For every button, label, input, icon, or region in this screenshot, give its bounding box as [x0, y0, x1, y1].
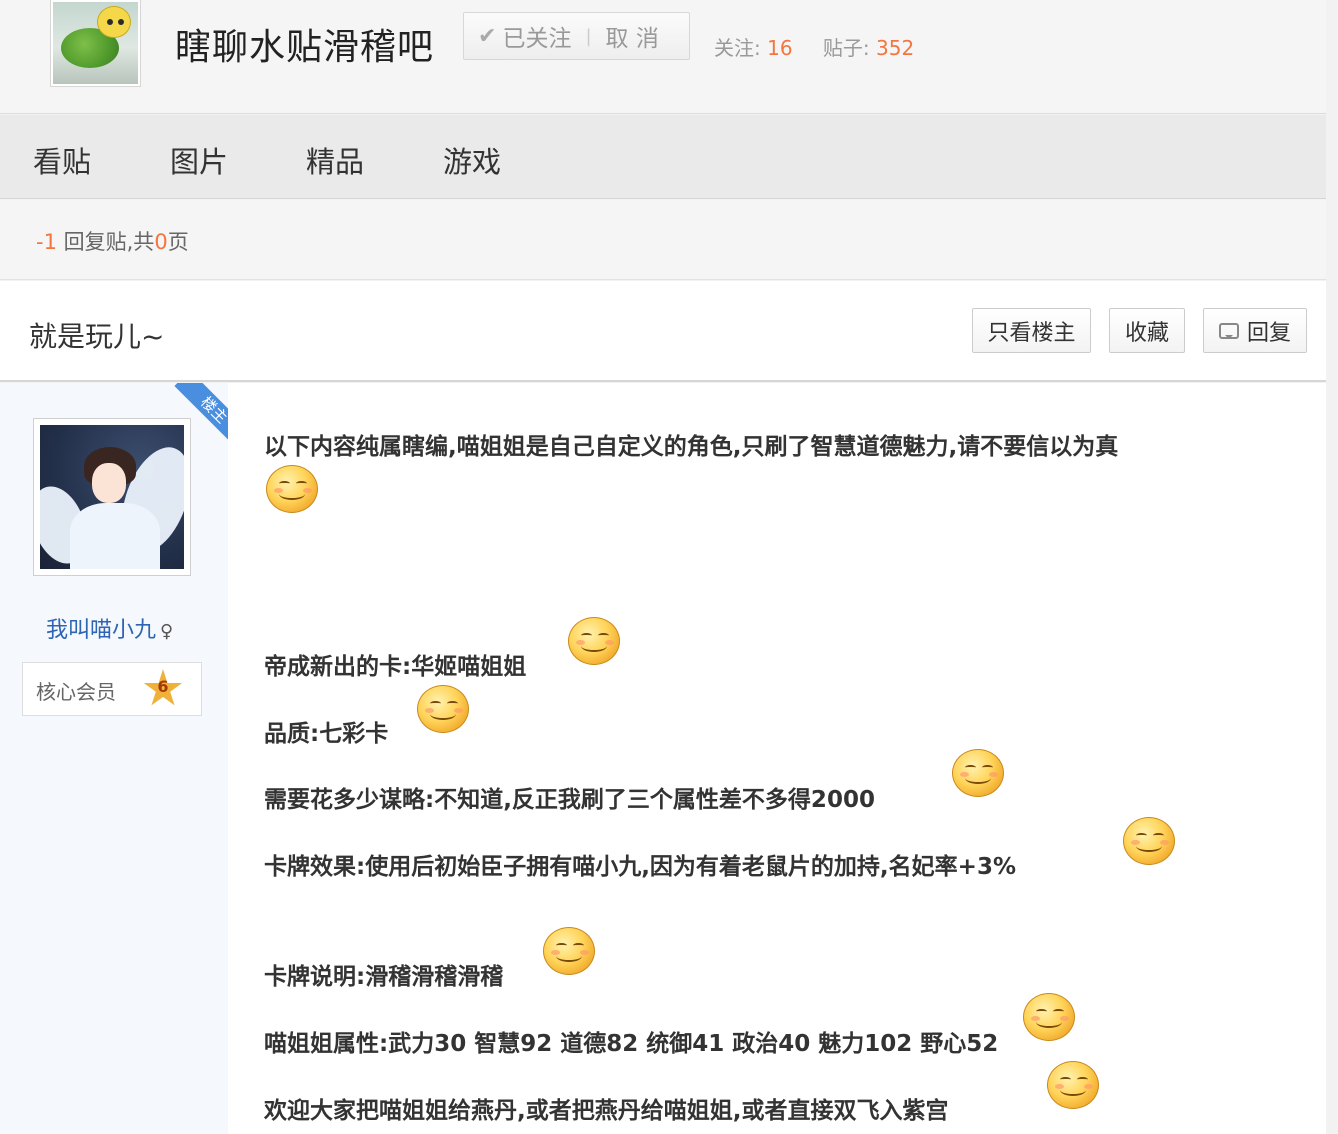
female-icon: ♀ [160, 621, 174, 642]
tab-games[interactable]: 游戏 [443, 139, 501, 181]
smile-emoji-icon [568, 617, 620, 665]
post: 楼主 我叫喵小九 ♀ 核心会员 6 以下内容纯属瞎编,喵姐姐是自己自定义的角色,只… [0, 383, 1326, 1134]
only-owner-button[interactable]: 只看楼主 [972, 308, 1091, 353]
post-line: 卡牌说明:滑稽滑稽滑稽 [264, 964, 504, 990]
post-content: 以下内容纯属瞎编,喵姐姐是自己自定义的角色,只刷了智慧道德魅力,请不要信以为真 … [264, 383, 1314, 1134]
tab-images[interactable]: 图片 [170, 139, 228, 181]
post-count-label: 贴子: [822, 36, 870, 60]
avatar[interactable] [33, 418, 191, 576]
thread-title-bar: 就是玩儿~ 只看楼主 收藏 回复 [0, 281, 1326, 382]
post-line: 以下内容纯属瞎编,喵姐姐是自己自定义的角色,只刷了智慧道德魅力,请不要信以为真 [264, 434, 1119, 460]
member-badge[interactable]: 核心会员 6 [22, 662, 202, 716]
only-owner-label: 只看楼主 [987, 320, 1076, 346]
thread-title: 就是玩儿~ [29, 320, 165, 353]
smile-emoji-icon [417, 685, 469, 733]
level-number: 6 [157, 677, 169, 696]
forum-avatar[interactable] [50, 0, 141, 87]
post-line: 需要花多少谋略:不知道,反正我刷了三个属性差不多得2000 [264, 787, 875, 813]
member-label: 核心会员 [36, 680, 116, 704]
favorite-label: 收藏 [1124, 320, 1169, 346]
reply-count-text: 回复贴,共 [56, 230, 155, 254]
tab-featured[interactable]: 精品 [306, 139, 364, 181]
page-count-suffix: 页 [167, 230, 189, 254]
smile-emoji-icon [952, 749, 1004, 797]
follow-button[interactable]: ✔ 已关注 | 取 消 [463, 12, 690, 60]
post-line: 品质:七彩卡 [264, 721, 389, 747]
avatar-image [40, 425, 184, 569]
smile-emoji-icon [1123, 817, 1175, 865]
author-panel: 楼主 我叫喵小九 ♀ 核心会员 6 [0, 383, 228, 1134]
comment-icon [1218, 322, 1239, 339]
favorite-button[interactable]: 收藏 [1109, 308, 1185, 353]
smile-emoji-icon [1047, 1061, 1099, 1109]
followed-label: 已关注 [502, 26, 572, 52]
post-line: 帝成新出的卡:华姬喵姐姐 [264, 654, 527, 680]
author-name-text: 我叫喵小九 [46, 618, 157, 643]
smile-emoji-icon [543, 927, 595, 975]
post-line: 喵姐姐属性:武力30 智慧92 道德82 统御41 政治40 魅力102 野心5… [264, 1031, 999, 1057]
turtle-image [53, 2, 138, 84]
smile-emoji-icon [1023, 993, 1075, 1041]
page-count: 0 [154, 230, 168, 254]
reply-label: 回复 [1246, 320, 1291, 346]
divider: | [585, 25, 592, 47]
follow-count: 16 [767, 36, 793, 60]
page-edge [1326, 0, 1338, 1134]
reply-button[interactable]: 回复 [1203, 308, 1307, 353]
post-line: 卡牌效果:使用后初始臣子拥有喵小九,因为有着老鼠片的加持,名妃率+3% [264, 854, 1016, 880]
tab-posts[interactable]: 看贴 [33, 139, 91, 181]
unfollow-button[interactable]: 取 消 [606, 19, 659, 53]
smile-emoji-icon [266, 465, 318, 513]
post-line: 欢迎大家把喵姐姐给燕丹,或者把燕丹给喵姐姐,或者直接双飞入紫宫 [264, 1098, 949, 1124]
forum-stats: 关注: 16 贴子: 352 [714, 32, 938, 61]
reply-count-bar: -1 回复贴,共0页 [0, 200, 1338, 280]
forum-header: 瞎聊水贴滑稽吧 ✔ 已关注 | 取 消 关注: 16 贴子: 352 [0, 0, 1338, 114]
reply-count: -1 [36, 230, 57, 254]
nav-bar: 看贴 图片 精品 游戏 [0, 115, 1338, 199]
check-icon: ✔ [478, 23, 497, 49]
post-count: 352 [876, 36, 915, 60]
author-name[interactable]: 我叫喵小九 ♀ [46, 612, 173, 644]
follow-count-label: 关注: [714, 36, 761, 60]
forum-name[interactable]: 瞎聊水贴滑稽吧 [175, 18, 434, 70]
